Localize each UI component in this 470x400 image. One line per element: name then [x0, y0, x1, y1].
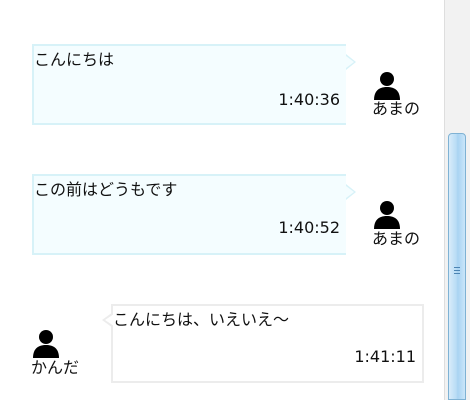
grip-lines-icon	[454, 267, 460, 268]
message-text: この前はどうもです	[34, 180, 178, 199]
user-silhouette-icon	[31, 328, 61, 358]
message-timestamp: 1:40:36	[278, 90, 340, 109]
vertical-scrollbar[interactable]	[444, 0, 470, 400]
chat-message-pane: こんにちは 1:40:36 あまの この前はどうもです 1:40:52 あまの	[0, 0, 444, 400]
message-bubble: この前はどうもです 1:40:52	[32, 174, 356, 255]
message-username: あまの	[372, 229, 421, 248]
message-text: こんにちは、いえいえ〜	[113, 310, 290, 329]
message-username: かんだ	[31, 358, 80, 377]
message-username: あまの	[372, 99, 421, 118]
message-timestamp: 1:41:11	[354, 347, 416, 366]
message-timestamp: 1:40:52	[278, 218, 340, 237]
message-text: こんにちは	[34, 50, 115, 69]
message-bubble: こんにちは、いえいえ〜 1:41:11	[102, 304, 424, 383]
scrollbar-thumb[interactable]	[448, 133, 466, 400]
message-bubble: こんにちは 1:40:36	[32, 44, 356, 125]
user-silhouette-icon	[372, 199, 402, 229]
user-silhouette-icon	[372, 70, 402, 100]
